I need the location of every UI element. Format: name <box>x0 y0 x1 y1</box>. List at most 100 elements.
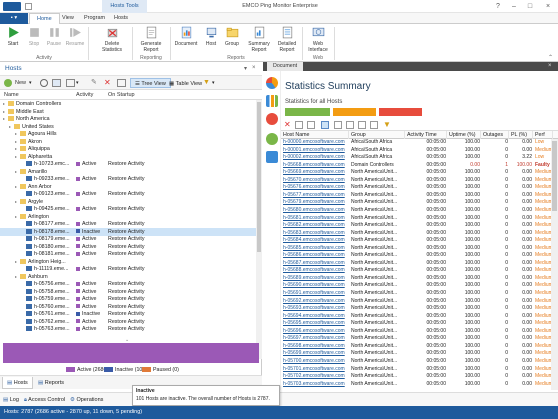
operations-tab[interactable]: ⚙ Operations <box>70 395 103 405</box>
minimize-icon[interactable]: – <box>506 0 522 13</box>
activity-label: Active <box>82 236 97 242</box>
table-cell[interactable]: h-05703.emcosoftware.com <box>283 381 348 389</box>
group-button[interactable]: Group <box>222 26 242 54</box>
collapse-ribbon-icon[interactable]: ⌃ <box>548 54 553 61</box>
pause-button[interactable]: Pause <box>44 26 64 54</box>
users-icon[interactable] <box>266 113 278 125</box>
host-icon <box>26 243 32 249</box>
grid-column-header[interactable]: Host Name <box>281 131 349 139</box>
grid-column-header[interactable]: Uptime (%) <box>447 131 481 139</box>
column-activity[interactable]: Activity <box>76 90 93 100</box>
tree-node-label: Arlington <box>28 213 49 220</box>
host-icon <box>26 326 32 332</box>
activity-label: Active <box>82 303 97 310</box>
tree-host-row[interactable]: h-05763.eme... Active Restore Activity <box>0 325 256 333</box>
resume-button[interactable]: Resume <box>64 26 86 54</box>
legend-item[interactable]: Paused (0) <box>142 367 179 373</box>
dropdown-icon[interactable]: ▾ <box>76 76 79 90</box>
panel-pin-icon[interactable]: ▾ <box>244 65 247 72</box>
legend-item[interactable]: Active (2686) <box>66 367 108 373</box>
edit-icon[interactable]: ✎ <box>91 79 97 87</box>
grid-column-header[interactable]: Group <box>349 131 405 139</box>
add-icon[interactable] <box>4 79 12 87</box>
close-filter-icon[interactable]: ✕ <box>284 121 292 129</box>
tab-document[interactable]: Document <box>267 62 304 71</box>
app-menu-button[interactable] <box>3 2 21 11</box>
scrollbar-thumb[interactable] <box>257 102 261 252</box>
hosts-activity-chart[interactable] <box>3 343 259 363</box>
tab-reports-panel[interactable]: ▤ Reports <box>34 377 68 389</box>
grid-column-header[interactable]: Activity Time <box>405 131 447 139</box>
hosts-tab-icon: ▤ <box>7 380 14 386</box>
grid-column-header[interactable]: Outages <box>481 131 509 139</box>
delete-statistics-button[interactable]: Delete Statistics <box>95 26 129 54</box>
copy-icon[interactable] <box>307 121 315 129</box>
divider <box>88 27 89 60</box>
column-name[interactable]: Name <box>4 90 19 100</box>
grid-scrollbar[interactable] <box>551 139 558 390</box>
chart-icon[interactable] <box>370 121 378 129</box>
stat-segment[interactable] <box>379 108 422 116</box>
hierarchy-icon[interactable] <box>266 151 278 163</box>
file-tab[interactable]: ▪ ▾ <box>0 13 28 24</box>
tree-node-label: h-08181.eme... <box>34 251 70 257</box>
maximize-icon[interactable]: □ <box>522 0 538 13</box>
resume-icon <box>69 28 81 37</box>
bar-chart-icon[interactable] <box>266 95 278 107</box>
tab-hosts-panel[interactable]: ▤ Hosts <box>2 377 33 389</box>
summary-report-button[interactable]: Summary Report <box>245 26 273 54</box>
chart-pie-icon[interactable] <box>266 77 278 89</box>
host-icon <box>26 296 32 302</box>
tab-hosts[interactable]: Hosts <box>107 13 135 24</box>
tree-scrollbar[interactable] <box>256 100 262 359</box>
table-view-button[interactable]: ▦ Table View <box>164 78 207 88</box>
grid-column-header[interactable]: Perf <box>533 131 553 139</box>
columns-icon[interactable] <box>334 121 342 129</box>
detailed-report-button[interactable]: Detailed Report <box>273 26 301 54</box>
filter-icon[interactable]: ▼ <box>203 76 210 90</box>
filter-dropdown-icon[interactable]: ▾ <box>212 76 215 90</box>
access-control-tab[interactable]: 🔒︎ Access Control <box>24 395 65 405</box>
grid-column-header[interactable]: PL (%) <box>509 131 533 139</box>
toggle-icon[interactable] <box>117 79 126 87</box>
table-cell: 100.00 <box>464 380 480 387</box>
start-button[interactable]: Start <box>2 26 24 54</box>
group-view-icon[interactable] <box>52 79 61 87</box>
network-icon[interactable] <box>266 133 278 145</box>
tree-node-label: Ashburn <box>28 273 48 280</box>
edit-icon[interactable] <box>295 121 303 129</box>
activity-label: Active <box>82 251 97 257</box>
host-button[interactable]: Host <box>201 26 221 54</box>
delete-icon[interactable]: ✕ <box>104 78 111 87</box>
web-interface-button[interactable]: Web Interface <box>305 26 331 54</box>
stat-segment[interactable] <box>333 108 376 116</box>
qat-save-icon[interactable] <box>25 3 32 10</box>
scrollbar-thumb[interactable] <box>552 141 557 211</box>
columns-icon[interactable] <box>66 79 75 87</box>
new-dropdown-icon[interactable]: ▾ <box>29 76 32 90</box>
tree-node-label: h-05760.eme... <box>34 303 70 310</box>
generate-report-button[interactable]: Generate Report <box>136 26 166 54</box>
document-panel: Document × Statistics Summary Statistics… <box>263 62 558 390</box>
list-icon[interactable] <box>346 121 354 129</box>
stat-segment[interactable] <box>285 108 330 116</box>
close-icon[interactable]: × <box>540 0 556 13</box>
stop-button[interactable]: Stop <box>24 26 44 54</box>
new-button[interactable]: New <box>15 76 26 90</box>
hosts-panel: Hosts ▾ × New ▾ ▾ ✎ ✕ ☰ Tree View ▦ Tabl… <box>0 62 262 390</box>
document-close-icon[interactable]: × <box>548 62 552 71</box>
legend-item[interactable]: Inactive (101) <box>104 367 147 373</box>
panel-close-icon[interactable]: × <box>252 65 256 71</box>
help-icon[interactable]: ? <box>490 0 506 13</box>
table-row[interactable]: h-05703.emcosoftware.com North America\Un… <box>281 381 551 389</box>
table-icon[interactable] <box>358 121 366 129</box>
grid-view-icon[interactable] <box>321 121 329 129</box>
web-interface-icon <box>312 27 324 37</box>
column-on-startup[interactable]: On Startup <box>108 90 135 100</box>
log-tab[interactable]: ▤ Log <box>3 395 19 405</box>
tree-node-label: h-10723.emc... <box>34 161 70 167</box>
search-icon[interactable] <box>40 79 48 87</box>
filter-icon[interactable]: ▼ <box>383 121 391 129</box>
document-button[interactable]: Document <box>173 26 199 54</box>
folder-icon <box>20 273 26 279</box>
